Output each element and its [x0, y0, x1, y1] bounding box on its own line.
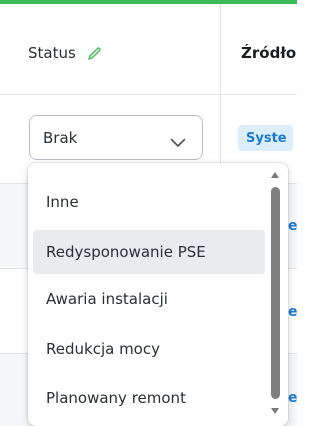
dropdown-option-label: Inne	[46, 193, 79, 211]
status-select-value: Brak	[43, 128, 78, 147]
dropdown-option-label: Redukcja mocy	[46, 340, 160, 358]
source-badge: Syste	[238, 125, 293, 151]
chevron-down-icon	[170, 133, 186, 147]
dropdown-option[interactable]: Planowany remont	[33, 376, 265, 420]
scroll-up-arrow-icon[interactable]	[271, 172, 279, 178]
dropdown-option[interactable]: Redukcja mocy	[33, 327, 265, 371]
source-column-header: Źródło	[241, 44, 297, 62]
row-source-partial: e	[288, 390, 297, 406]
dropdown-option[interactable]: Inne	[33, 180, 265, 224]
row-source-partial: e	[288, 218, 297, 234]
scroll-down-arrow-icon[interactable]	[271, 408, 279, 414]
dropdown-scrollbar[interactable]	[271, 187, 280, 399]
dropdown-option-label: Redysponowanie PSE	[46, 243, 206, 261]
dropdown-option[interactable]: Awaria instalacji	[33, 277, 265, 321]
status-dropdown-menu: Inne Redysponowanie PSE Awaria instalacj…	[28, 163, 288, 426]
dropdown-option-label: Planowany remont	[46, 389, 186, 407]
status-table-view: Status Źródło e e e Brak Syste Inne Redy…	[0, 0, 297, 426]
status-column-header: Status	[28, 44, 102, 62]
dropdown-option-label: Awaria instalacji	[46, 290, 168, 308]
pencil-icon[interactable]	[87, 46, 102, 61]
dropdown-option[interactable]: Redysponowanie PSE	[33, 230, 265, 274]
status-header-label: Status	[28, 44, 76, 62]
status-select[interactable]: Brak	[29, 115, 203, 160]
row-source-partial: e	[288, 304, 297, 320]
